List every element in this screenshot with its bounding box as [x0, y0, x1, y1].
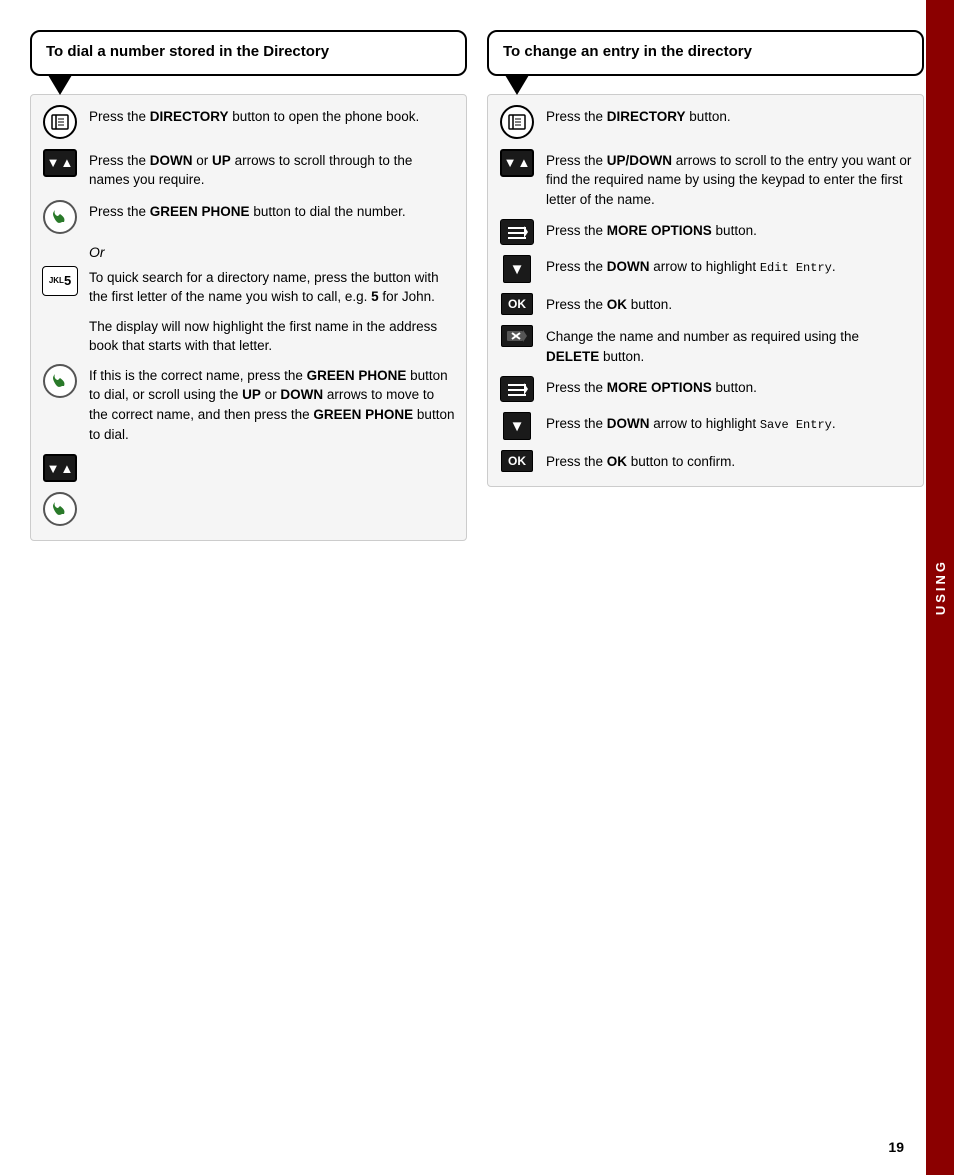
left-section-title: To dial a number stored in the Directory [46, 42, 451, 62]
right-icon-6 [498, 325, 536, 347]
ok-icon-1: OK [501, 293, 533, 315]
left-step-updown-2: ▼ ▲ [41, 454, 456, 482]
right-section-title: To change an entry in the directory [503, 42, 908, 62]
right-step-2: ▼ ▲ Press the UP/DOWN arrows to scroll t… [498, 149, 913, 210]
keypad-icon: JKL 5 [42, 266, 78, 296]
right-step-4: ▼ Press the DOWN arrow to highlight Edit… [498, 255, 913, 283]
green-phone-icon-3 [43, 492, 77, 526]
two-columns: To dial a number stored in the Directory [30, 30, 924, 541]
right-icon-2: ▼ ▲ [498, 149, 536, 177]
right-step-3-text: Press the MORE OPTIONS button. [546, 219, 913, 241]
sidebar-using-label: USING [933, 559, 948, 615]
left-content-area: Press the DIRECTORY button to open the p… [30, 94, 467, 542]
left-arrow-connector [48, 75, 467, 95]
left-step-2-text: Press the DOWN or UP arrows to scroll th… [89, 149, 456, 190]
right-step-9-text: Press the OK button to confirm. [546, 450, 913, 472]
right-arrow-connector [505, 75, 924, 95]
right-step-9: OK Press the OK button to confirm. [498, 450, 913, 472]
left-display-para: The display will now highlight the first… [89, 317, 456, 356]
right-icon-4: ▼ [498, 255, 536, 283]
ok-icon-2: OK [501, 450, 533, 472]
directory-icon-1 [43, 105, 77, 139]
right-step-8-text: Press the DOWN arrow to highlight Save E… [546, 412, 913, 434]
left-or-text: Or [89, 244, 456, 260]
left-step-phone-3 [41, 492, 456, 526]
right-step-8: ▼ Press the DOWN arrow to highlight Save… [498, 412, 913, 440]
more-options-icon-1 [500, 219, 534, 245]
right-step-1: Press the DIRECTORY button. [498, 105, 913, 139]
green-phone-icon-2 [43, 364, 77, 398]
updown-icon-right-1: ▼ ▲ [500, 149, 534, 177]
right-step-1-text: Press the DIRECTORY button. [546, 105, 913, 127]
left-step-3-text: Press the GREEN PHONE button to dial the… [89, 200, 456, 222]
right-icon-8: ▼ [498, 412, 536, 440]
page-number: 19 [888, 1139, 904, 1155]
left-quick-search: JKL 5 To quick search for a directory na… [41, 266, 456, 307]
right-icon-5: OK [498, 293, 536, 315]
right-column: To change an entry in the directory [487, 30, 924, 487]
left-step-phone-3-text [89, 492, 456, 494]
left-column: To dial a number stored in the Directory [30, 30, 467, 541]
left-quick-search-text: To quick search for a directory name, pr… [89, 266, 456, 307]
updown-icon-2: ▼ ▲ [43, 454, 77, 482]
left-step-2: ▼ ▲ Press the DOWN or UP arrows to scrol… [41, 149, 456, 190]
left-step-phone-2-text: If this is the correct name, press the G… [89, 364, 456, 444]
down-arrow-icon-1: ▼ [503, 255, 531, 283]
right-icon-7 [498, 376, 536, 402]
directory-icon-right-1 [500, 105, 534, 139]
right-step-5-text: Press the OK button. [546, 293, 913, 315]
left-icon-phone-2 [41, 364, 79, 398]
left-icon-updown-2: ▼ ▲ [41, 454, 79, 482]
page-container: To dial a number stored in the Directory [0, 0, 954, 1175]
right-step-2-text: Press the UP/DOWN arrows to scroll to th… [546, 149, 913, 210]
left-icon-1 [41, 105, 79, 139]
left-icon-2: ▼ ▲ [41, 149, 79, 177]
green-phone-icon-1 [43, 200, 77, 234]
left-step-updown-2-text [89, 454, 456, 456]
right-section-box: To change an entry in the directory [487, 30, 924, 76]
right-step-4-text: Press the DOWN arrow to highlight Edit E… [546, 255, 913, 277]
right-step-3: Press the MORE OPTIONS button. [498, 219, 913, 245]
left-icon-phone-3 [41, 492, 79, 526]
more-options-icon-2 [500, 376, 534, 402]
left-step-phone-2: If this is the correct name, press the G… [41, 364, 456, 444]
right-content-area: Press the DIRECTORY button. ▼ ▲ Press th… [487, 94, 924, 488]
left-step-3: Press the GREEN PHONE button to dial the… [41, 200, 456, 234]
left-icon-3 [41, 200, 79, 234]
right-icon-9: OK [498, 450, 536, 472]
left-step-1-text: Press the DIRECTORY button to open the p… [89, 105, 456, 127]
right-step-7: Press the MORE OPTIONS button. [498, 376, 913, 402]
down-arrow-icon-2: ▼ [503, 412, 531, 440]
right-icon-1 [498, 105, 536, 139]
updown-icon-1: ▼ ▲ [43, 149, 77, 177]
left-step-1: Press the DIRECTORY button to open the p… [41, 105, 456, 139]
left-icon-keypad: JKL 5 [41, 266, 79, 296]
right-step-6-text: Change the name and number as required u… [546, 325, 913, 366]
left-section-box: To dial a number stored in the Directory [30, 30, 467, 76]
right-step-5: OK Press the OK button. [498, 293, 913, 315]
sidebar-using: USING [926, 0, 954, 1175]
right-step-6: Change the name and number as required u… [498, 325, 913, 366]
right-step-7-text: Press the MORE OPTIONS button. [546, 376, 913, 398]
delete-icon-1 [501, 325, 533, 347]
right-icon-3 [498, 219, 536, 245]
